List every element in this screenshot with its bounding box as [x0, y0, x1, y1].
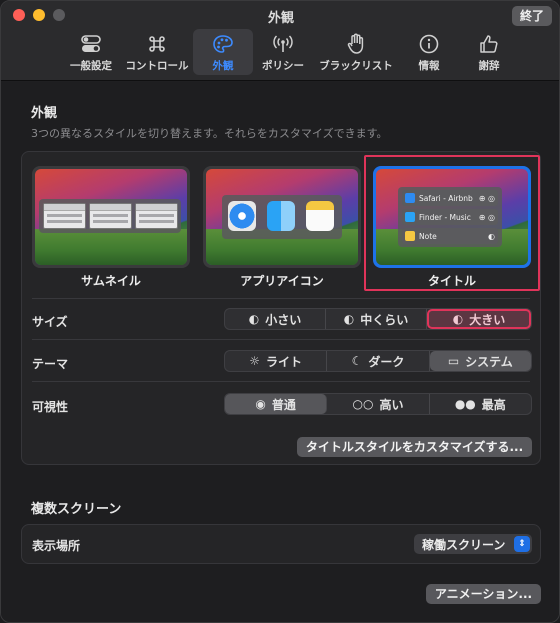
tab-acknowledgements-label: 謝辞: [478, 60, 500, 72]
tab-controls[interactable]: コントロール: [121, 29, 193, 75]
size-option-large[interactable]: ◐ 大きい: [427, 309, 531, 329]
theme-option-dark[interactable]: ☾ ダーク: [327, 351, 430, 371]
theme-label: テーマ: [32, 357, 69, 371]
glasses-icon: ○○: [352, 397, 374, 411]
moon-icon: ☾: [351, 354, 363, 368]
display-location-label: 表示場所: [32, 539, 81, 553]
display-location-popup[interactable]: 稼働スクリーン ⇕: [414, 534, 532, 554]
appearance-section-title: 外観: [31, 106, 58, 121]
theme-option-system[interactable]: ▭ システム: [429, 351, 531, 371]
tab-general-label: 一般設定: [70, 60, 112, 72]
animation-button[interactable]: アニメーション...: [426, 584, 541, 604]
toolbar: 一般設定 コントロール 外観 ポリシー ブラックリスト 情報 謝辞: [61, 29, 519, 75]
appearance-panel: サムネイル アプリアイコン Safari - Airbnb ⊕ ◎ Finder…: [21, 151, 541, 465]
appearance-pane: 外観 3つの異なるスタイルを切り替えます。それらをカスタマイズできます。 サムネ…: [1, 82, 559, 622]
app-icon-style-preview: [203, 166, 361, 268]
notes-icon: [306, 201, 334, 231]
style-card-thumbnail[interactable]: サムネイル: [32, 166, 190, 296]
theme-option-light[interactable]: ☼ ライト: [225, 351, 328, 371]
preview-title-row: Finder - Music ⊕ ◎: [402, 209, 498, 225]
tab-blacklist-label: ブラックリスト: [319, 60, 393, 72]
thumbs-up-icon: [478, 32, 500, 56]
style-card-app-icon-label: アプリアイコン: [240, 274, 324, 288]
preview-title-row: Note ◐: [402, 228, 498, 244]
half-circle-icon: ◐: [343, 312, 355, 326]
size-label: サイズ: [32, 315, 68, 329]
laptop-icon: ▭: [447, 354, 460, 368]
sun-icon: ☼: [249, 354, 261, 368]
multi-screen-panel: 表示場所 稼働スクリーン ⇕: [21, 524, 541, 564]
notes-icon: [405, 231, 415, 241]
preview-row-text: Finder - Music: [419, 212, 471, 222]
tab-appearance-label: 外観: [212, 60, 234, 72]
visibility-label: 可視性: [32, 400, 69, 414]
hand-icon: [346, 32, 366, 56]
visibility-option-normal[interactable]: ◉ 普通: [225, 394, 328, 414]
theme-option-dark-label: ダーク: [368, 354, 405, 369]
divider: [32, 381, 530, 382]
palette-icon: [212, 32, 234, 56]
style-card-app-icon[interactable]: アプリアイコン: [203, 166, 361, 296]
half-circle-icon: ◐: [248, 312, 260, 326]
preview-row-controls: ◐: [488, 231, 495, 241]
window-title: 外観: [267, 11, 294, 26]
quit-button[interactable]: 終了: [511, 6, 552, 26]
toggles-icon: [80, 32, 102, 56]
visibility-option-high-label: 高い: [379, 397, 404, 412]
size-option-small[interactable]: ◐ 小さい: [225, 309, 326, 329]
safari-icon: [228, 201, 256, 231]
antenna-icon: [272, 32, 294, 56]
preferences-window: 外観 終了 一般設定 コントロール 外観 ポリシー ブラックリスト 情報 謝辞 …: [0, 0, 560, 623]
size-segmented-control: ◐ 小さい ◐ 中くらい ◐ 大きい: [224, 308, 532, 330]
half-circle-icon: ◐: [452, 312, 464, 326]
tab-controls-label: コントロール: [125, 60, 189, 72]
preview-row-text: Note: [419, 231, 437, 241]
preview-row-text: Safari - Airbnb: [419, 193, 473, 203]
preview-row-controls: ⊕ ◎: [478, 212, 495, 222]
thumbnail-style-preview: [32, 166, 190, 268]
multi-screen-section-title: 複数スクリーン: [31, 502, 122, 517]
tab-policy[interactable]: ポリシー: [253, 29, 313, 75]
chevron-up-down-icon: ⇕: [514, 536, 530, 552]
appearance-section-description: 3つの異なるスタイルを切り替えます。それらをカスタマイズできます。: [31, 127, 388, 140]
finder-icon: [267, 201, 295, 231]
theme-option-light-label: ライト: [266, 354, 303, 369]
tab-policy-label: ポリシー: [262, 60, 304, 72]
tab-appearance[interactable]: 外観: [193, 29, 253, 75]
size-option-medium[interactable]: ◐ 中くらい: [326, 309, 427, 329]
theme-option-system-label: システム: [465, 354, 513, 369]
command-icon: [147, 32, 167, 56]
tab-info[interactable]: 情報: [399, 29, 459, 75]
visibility-option-high[interactable]: ○○ 高い: [327, 394, 430, 414]
info-icon: [418, 32, 440, 56]
theme-segmented-control: ☼ ライト ☾ ダーク ▭ システム: [224, 350, 532, 372]
divider: [32, 298, 530, 299]
finder-icon: [405, 212, 415, 222]
divider: [32, 339, 530, 340]
size-option-large-label: 大きい: [469, 312, 506, 327]
visibility-option-highest[interactable]: ●● 最高: [430, 394, 531, 414]
tab-general[interactable]: 一般設定: [61, 29, 121, 75]
title-bar: 外観 終了 一般設定 コントロール 外観 ポリシー ブラックリスト 情報 謝辞: [1, 1, 559, 81]
tab-acknowledgements[interactable]: 謝辞: [459, 29, 519, 75]
tab-info-label: 情報: [418, 60, 440, 72]
style-card-thumbnail-label: サムネイル: [81, 274, 141, 288]
visibility-option-normal-label: 普通: [271, 397, 296, 412]
eye-icon: ◉: [255, 397, 266, 411]
size-option-small-label: 小さい: [265, 312, 302, 327]
binoculars-icon: ●●: [454, 397, 476, 411]
size-option-medium-label: 中くらい: [360, 312, 409, 327]
visibility-option-highest-label: 最高: [481, 397, 506, 412]
customize-title-style-button[interactable]: タイトルスタイルをカスタマイズする...: [297, 437, 532, 457]
preview-title-row: Safari - Airbnb ⊕ ◎: [402, 190, 498, 206]
visibility-segmented-control: ◉ 普通 ○○ 高い ●● 最高: [224, 393, 532, 415]
preview-row-controls: ⊕ ◎: [478, 193, 495, 203]
display-location-value: 稼働スクリーン: [422, 537, 506, 552]
safari-icon: [405, 193, 415, 203]
tab-blacklist[interactable]: ブラックリスト: [313, 29, 399, 75]
